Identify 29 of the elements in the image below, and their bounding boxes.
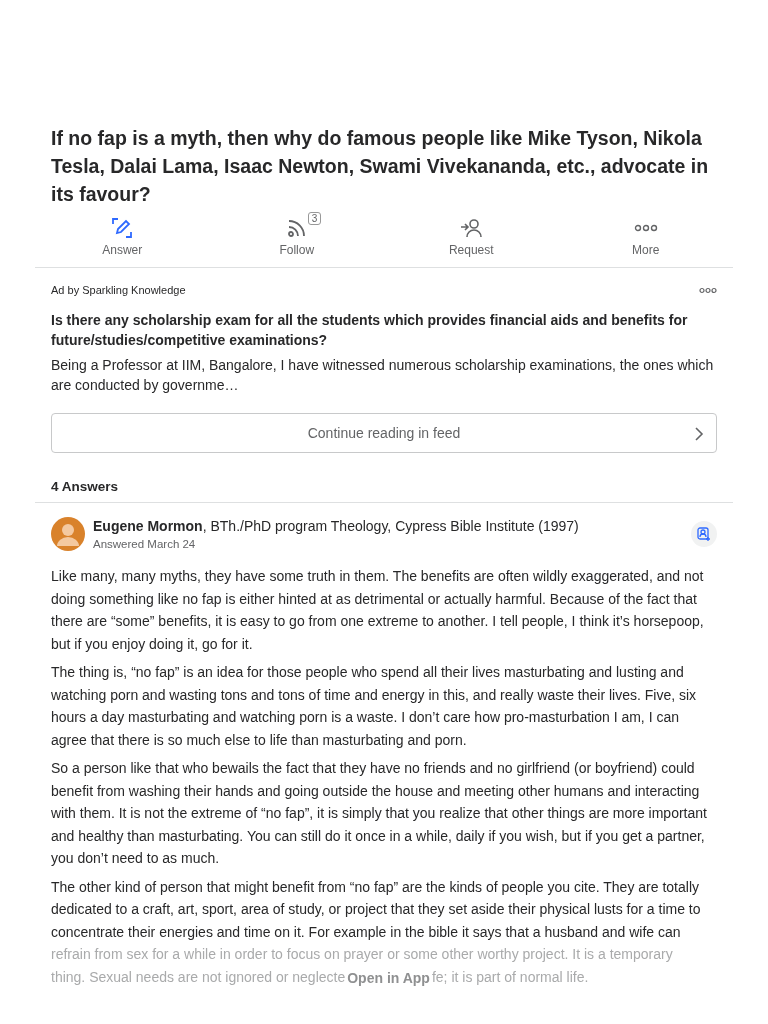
- follow-button[interactable]: 3 Follow: [209, 212, 384, 261]
- continue-reading-button[interactable]: Continue reading in feed: [51, 413, 717, 453]
- request-button[interactable]: Request: [384, 212, 559, 261]
- count-badge: 3: [307, 212, 322, 225]
- answer-date: Answered March 24: [93, 538, 197, 550]
- rss-icon: [285, 217, 308, 239]
- follow-author-button[interactable]: [691, 521, 717, 547]
- ad-excerpt: Being a Professor at IIM, Bangalore, I have witnessed numerous scholarship examinations, the ones which are conducted by governme…: [51, 356, 715, 395]
- person-arrow-icon: [459, 217, 484, 239]
- answer-paragraph: The other kind of person that might benefit from “no fap” are the kinds of people you cite. They are totally dedicated to a craft, art, sport, area of study, or project that they set aside their physical lusts for a time to concentrate their energies and time on it. For example in the bible it says that a husband and wife can: [51, 877, 702, 942]
- ad-sponsor: Ad by Sparkling Knowledge: [51, 284, 186, 296]
- faded-text: refrain from sex for a while in order to focus on prayer or some other worthy project. It is a temporary: [51, 945, 674, 964]
- avatar[interactable]: [51, 517, 85, 551]
- answer-paragraph: Like many, many myths, they have some truth in them. The benefits are often wildly exaggerated, and not doing something like no fap is either hinted at as detrimental or actually harmful. Because of the fact that there are “some” benefits, it is easy to go from one extreme to another. I tell people, I think it’s horsepoop, but if you enjoy doing it, go for it.: [51, 567, 705, 654]
- author-byline: Eugene Mormon, BTh./PhD program Theology, Cypress Bible Institute (1997): [93, 518, 580, 534]
- more-icon[interactable]: [699, 286, 717, 294]
- ad-title[interactable]: Is there any scholarship exam for all the students which provides financial aids and benefits for future/studies/competitive examinations?: [51, 310, 717, 350]
- faded-text: thing. Sexual needs are not ignored or neglecte: [51, 968, 346, 988]
- answer-button[interactable]: Answer: [35, 212, 210, 261]
- pencil-icon: [111, 217, 134, 239]
- faded-text: fe; it is part of normal life.: [431, 968, 589, 988]
- more-button[interactable]: More: [558, 212, 733, 261]
- answer-paragraph: The thing is, “no fap” is an idea for those people who spend all their lives masturbating and lusting and watching porn and wasting tons and tons of time and energy in this, and really waste their lives. Five, six hours a day masturbating and watching porn is a waste. I don’t care how pro-masturbation I am, I can agree that there is so much else to life than masturbating and porn.: [51, 663, 698, 750]
- more-icon: [633, 224, 658, 232]
- answer-paragraph: So a person like that who bewails the fact that they have no friends and no girlfriend (or boyfriend) could benefit from washing their hands and going outside the house and meeting other humans and interacting with them. It is not the extreme of “no fap”, it is simply that you realize that other things are more important and healthy than masturbating. You can still do it once in a while, daily if you wish, but if you get a partner, you don’t need to as much.: [51, 759, 708, 868]
- chevron-right-icon: [695, 427, 704, 441]
- answers-count: 4 Answers: [51, 479, 120, 494]
- question-title: If no fap is a myth, then why do famous people like Mike Tyson, Nikola Tesla, Dalai Lama, Isaac Newton, Swami Vivekananda, etc., advocate in its favour?: [51, 126, 710, 207]
- person-add-icon: [697, 527, 711, 541]
